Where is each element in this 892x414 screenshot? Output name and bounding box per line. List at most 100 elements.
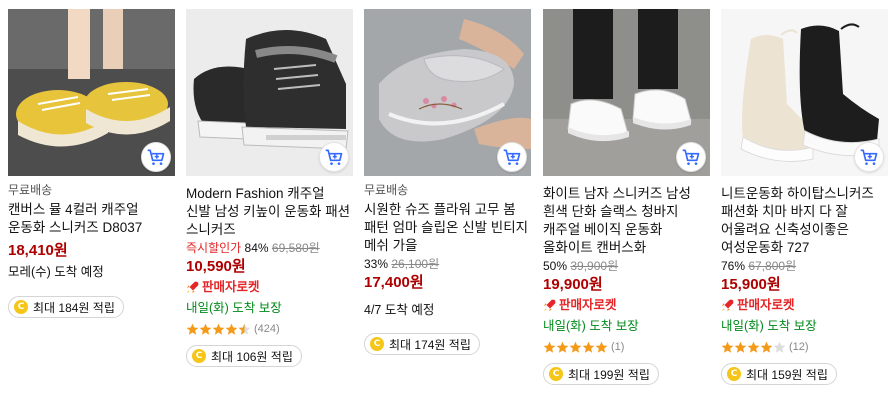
original-price: 67,800원 (748, 259, 797, 273)
product-info: 화이트 남자 스니커즈 남성 흰색 단화 슬랙스 청바지 캐주얼 베이직 운동화… (543, 176, 710, 385)
star-icon (543, 341, 556, 353)
star-half-icon (238, 323, 251, 335)
free-shipping-tag: 무료배송 (364, 183, 409, 197)
seller-rocket-badge: 판매자로켓 (721, 295, 888, 315)
product-title[interactable]: Modern Fashion 캐주얼 신발 남성 키높이 운동화 패션 스니커즈 (186, 185, 353, 239)
star-empty-icon (773, 341, 786, 353)
coin-icon: C (370, 337, 384, 351)
product-title[interactable]: 캔버스 뮬 4컬러 캐주얼 운동화 스니커즈 D8037 (8, 201, 175, 237)
cart-add-icon (325, 149, 343, 165)
product-image[interactable] (8, 9, 175, 176)
product-grid: 무료배송 캔버스 뮬 4컬러 캐주얼 운동화 스니커즈 D8037 18,410… (8, 9, 888, 409)
star-icon (595, 341, 608, 353)
product-title[interactable]: 시원한 슈즈 플라워 고무 봄 패턴 엄마 슬립온 신발 빈티지 메쉬 가을 (364, 201, 531, 255)
original-price: 69,580원 (271, 241, 320, 255)
coin-icon: C (549, 367, 563, 381)
coin-icon: C (727, 367, 741, 381)
rocket-icon (721, 299, 734, 312)
star-icon (760, 341, 773, 353)
star-icon (199, 323, 212, 335)
delivery-info: 모레(수) 도착 예정 (8, 265, 104, 279)
review-count[interactable]: (424) (254, 323, 280, 335)
rocket-label: 판매자로켓 (737, 298, 795, 312)
product-price: 10,590원 (186, 258, 246, 275)
rocket-label: 판매자로켓 (202, 280, 260, 294)
star-icon (569, 341, 582, 353)
star-icon (186, 323, 199, 335)
cart-add-icon (860, 149, 878, 165)
discount-line: 33% 26,100원 (364, 255, 531, 273)
free-shipping-tag: 무료배송 (8, 183, 53, 197)
product-image[interactable] (364, 9, 531, 176)
star-icon (225, 323, 238, 335)
star-icon (747, 341, 760, 353)
reward-badge: C 최대 174원 적립 (364, 333, 480, 355)
product-card[interactable]: 무료배송 시원한 슈즈 플라워 고무 봄 패턴 엄마 슬립온 신발 빈티지 메쉬… (364, 9, 531, 355)
product-card[interactable]: Modern Fashion 캐주얼 신발 남성 키높이 운동화 패션 스니커즈… (186, 9, 353, 367)
product-title[interactable]: 니트운동화 하이탑스니커즈 패션화 치마 바지 다 잘 어울려요 신축성이좋은 … (721, 185, 888, 257)
product-price: 15,900원 (721, 276, 781, 293)
add-to-cart-button[interactable] (319, 142, 349, 172)
cart-add-icon (147, 149, 165, 165)
reward-badge: C 최대 199원 적립 (543, 363, 659, 385)
product-info: Modern Fashion 캐주얼 신발 남성 키높이 운동화 패션 스니커즈… (186, 176, 353, 367)
product-image[interactable] (186, 9, 353, 176)
reward-badge: C 최대 159원 적립 (721, 363, 837, 385)
star-icon (556, 341, 569, 353)
product-info: 무료배송 캔버스 뮬 4컬러 캐주얼 운동화 스니커즈 D8037 18,410… (8, 176, 175, 318)
review-count[interactable]: (12) (789, 341, 809, 353)
add-to-cart-button[interactable] (497, 142, 527, 172)
add-to-cart-button[interactable] (854, 142, 884, 172)
product-card[interactable]: 니트운동화 하이탑스니커즈 패션화 치마 바지 다 잘 어울려요 신축성이좋은 … (721, 9, 888, 385)
delivery-info: 내일(화) 도착 보장 (186, 301, 282, 315)
rocket-icon (186, 281, 199, 294)
add-to-cart-button[interactable] (141, 142, 171, 172)
product-card[interactable]: 화이트 남자 스니커즈 남성 흰색 단화 슬랙스 청바지 캐주얼 베이직 운동화… (543, 9, 710, 385)
reward-badge: C 최대 184원 적립 (8, 296, 124, 318)
delivery-info: 내일(화) 도착 보장 (543, 319, 639, 333)
product-card[interactable]: 무료배송 캔버스 뮬 4컬러 캐주얼 운동화 스니커즈 D8037 18,410… (8, 9, 175, 318)
star-rating: (424) (186, 319, 353, 339)
delivery-info: 내일(화) 도착 보장 (721, 319, 817, 333)
add-to-cart-button[interactable] (676, 142, 706, 172)
reward-text: 최대 106원 적립 (211, 349, 293, 364)
cart-add-icon (503, 149, 521, 165)
reward-text: 최대 159원 적립 (746, 367, 828, 382)
delivery-info: 4/7 도착 예정 (364, 303, 435, 317)
product-image[interactable] (721, 9, 888, 176)
product-info: 무료배송 시원한 슈즈 플라워 고무 봄 패턴 엄마 슬립온 신발 빈티지 메쉬… (364, 176, 531, 355)
product-image[interactable] (543, 9, 710, 176)
discount-rate: 84% (244, 241, 269, 255)
product-info: 니트운동화 하이탑스니커즈 패션화 치마 바지 다 잘 어울려요 신축성이좋은 … (721, 176, 888, 385)
cart-add-icon (682, 149, 700, 165)
coin-icon: C (14, 300, 28, 314)
star-rating: (12) (721, 337, 888, 357)
discount-line: 50% 39,900원 (543, 257, 710, 275)
star-icon (721, 341, 734, 353)
discount-line: 76% 67,800원 (721, 257, 888, 275)
reward-text: 최대 199원 적립 (568, 367, 650, 382)
instant-sale-label: 즉시할인가 (186, 241, 242, 255)
discount-line: 즉시할인가 84% 69,580원 (186, 239, 353, 257)
coin-icon: C (192, 349, 206, 363)
reward-text: 최대 174원 적립 (389, 337, 471, 352)
product-price: 17,400원 (364, 274, 424, 291)
product-price: 19,900원 (543, 276, 603, 293)
product-price: 18,410원 (8, 242, 68, 259)
product-title[interactable]: 화이트 남자 스니커즈 남성 흰색 단화 슬랙스 청바지 캐주얼 베이직 운동화… (543, 185, 710, 257)
reward-text: 최대 184원 적립 (33, 300, 115, 315)
seller-rocket-badge: 판매자로켓 (186, 277, 353, 297)
discount-rate: 33% (364, 257, 389, 271)
review-count[interactable]: (1) (611, 341, 624, 353)
star-icon (734, 341, 747, 353)
reward-badge: C 최대 106원 적립 (186, 345, 302, 367)
original-price: 26,100원 (391, 257, 440, 271)
discount-rate: 76% (721, 259, 746, 273)
star-rating: (1) (543, 337, 710, 357)
original-price: 39,900원 (570, 259, 619, 273)
star-icon (582, 341, 595, 353)
rocket-icon (543, 299, 556, 312)
seller-rocket-badge: 판매자로켓 (543, 295, 710, 315)
rocket-label: 판매자로켓 (559, 298, 617, 312)
discount-rate: 50% (543, 259, 568, 273)
